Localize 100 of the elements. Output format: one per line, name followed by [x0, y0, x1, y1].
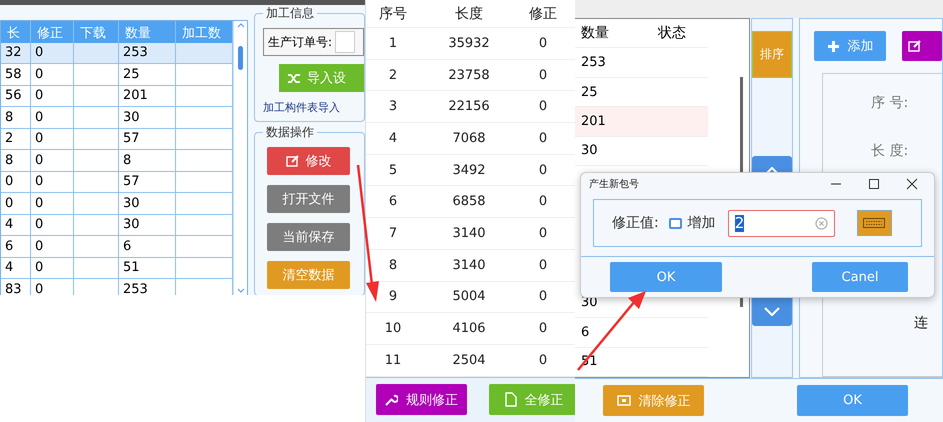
dialog-title: 产生新包号 [589, 178, 640, 191]
table-cell-text: 3492 [451, 162, 487, 178]
table-cell: 0 [1, 193, 31, 214]
keyboard-button[interactable] [856, 210, 892, 236]
table-cell-text: 4 [388, 130, 398, 146]
order-field[interactable]: 生产订单号: [263, 28, 364, 56]
table-cell-text: 1 [388, 36, 398, 51]
table-cell: 8 [1, 107, 31, 128]
field-label: 生产订单号: [268, 34, 332, 50]
table-cell-text: 23758 [447, 68, 491, 83]
table-row[interactable]: 201 [575, 107, 708, 137]
table-cell-text: 7068 [451, 130, 487, 146]
table-cell-text: 2 [388, 68, 398, 83]
shuffle-icon [287, 72, 301, 84]
table-cell: 51 [119, 258, 176, 279]
table-cell: 0 [31, 172, 74, 193]
column-header[interactable]: 状态 [658, 24, 738, 42]
scroll-down-icon[interactable] [236, 288, 244, 293]
checkbox-label: 增加 [688, 214, 716, 232]
table-cell-text: 9 [388, 289, 398, 304]
table-cell: 4 [1, 214, 31, 236]
field-label: 长 度: [871, 142, 910, 160]
table-cell-text: 0 [538, 130, 548, 146]
action-button[interactable]: 当前保存 [267, 223, 350, 251]
move-down-button[interactable] [752, 296, 792, 326]
table-cell: 25 [119, 64, 176, 86]
document-icon [504, 392, 516, 408]
action-button[interactable]: 全修正 [489, 384, 575, 416]
import-hint: 加工构件表导入 [263, 100, 341, 115]
table-cell-text: 0 [538, 352, 548, 368]
clear-correction-button[interactable]: 清除修正 [603, 385, 704, 416]
table-cell-text: 0 [538, 258, 548, 273]
table-cell-text: 2504 [451, 352, 487, 368]
column-header[interactable]: 修正 [31, 21, 74, 45]
action-button[interactable]: 清空数据 [267, 261, 350, 289]
table-cell-text: 0 [538, 289, 548, 304]
action-button[interactable]: 修改 [267, 147, 350, 175]
input-field[interactable]: 2 [728, 210, 835, 236]
column-header[interactable]: 数量 [581, 24, 658, 42]
table-cell-text: 6858 [451, 194, 487, 210]
add-button[interactable]: 添加 [814, 31, 886, 61]
table-cell: 0 [31, 214, 74, 236]
field-label: 连 [914, 314, 929, 332]
wrench-icon [385, 393, 398, 406]
field-label: 序 号: [871, 94, 910, 112]
table-cell: 6 [1, 236, 31, 258]
table-cell-text: 8 [388, 258, 398, 273]
sort-button[interactable]: 排序 [752, 31, 792, 78]
column-header[interactable]: 序号 [366, 4, 420, 22]
table-cell-text: 5 [388, 162, 398, 178]
table-cell: 0 [31, 86, 74, 107]
table-cell-text: 11 [384, 352, 402, 368]
scrollbar-thumb[interactable] [238, 46, 243, 70]
table-cell: 56 [1, 86, 31, 107]
table-cell-text: 5004 [451, 289, 487, 304]
table-cell: 8 [1, 150, 31, 172]
table-cell: 30 [119, 193, 176, 214]
table-cell: 6 [119, 236, 176, 258]
table-cell-text: 0 [538, 162, 548, 178]
table-cell-text: 0 [538, 36, 548, 51]
table-cell: 201 [119, 86, 176, 107]
table-cell: 4 [1, 258, 31, 279]
table-cell-text: 0 [538, 68, 548, 83]
column-header[interactable]: 加工数 [176, 21, 233, 45]
column-header[interactable]: 数量 [119, 21, 176, 45]
table-cell-text: 22156 [447, 99, 491, 114]
table-cell: 30 [119, 214, 176, 236]
edit-button[interactable] [902, 31, 942, 61]
group-title: 加工信息 [263, 5, 317, 22]
maximize-icon[interactable] [868, 178, 880, 190]
table-cell-text: 0 [538, 99, 548, 114]
table-cell: 57 [119, 172, 176, 193]
action-button[interactable]: 规则修正 [376, 384, 467, 416]
table-cell-text: 0 [538, 194, 548, 210]
clear-icon[interactable] [814, 216, 828, 230]
ok-button[interactable]: OK [610, 262, 722, 292]
cancel-button[interactable]: Canel [812, 262, 908, 292]
ok-button[interactable]: OK [797, 385, 908, 416]
table-cell-text: 3140 [451, 258, 487, 273]
table-cell: 0 [31, 258, 74, 279]
scroll-up-icon[interactable] [236, 23, 244, 28]
table-cell: 57 [119, 128, 176, 150]
clear-icon [616, 395, 630, 406]
column-header[interactable]: 长 [1, 21, 31, 45]
import-button[interactable]: 导入设 [279, 64, 364, 92]
close-icon[interactable] [906, 178, 918, 190]
column-header[interactable]: 修正 [518, 4, 568, 22]
table-cell: 58 [1, 64, 31, 86]
checkbox[interactable] [668, 218, 682, 228]
table-cell-text: 7 [388, 226, 398, 241]
table-cell-text: 35932 [447, 36, 491, 51]
table-cell-text: 6 [388, 194, 398, 210]
action-button[interactable]: 打开文件 [267, 185, 350, 213]
column-header[interactable]: 下载 [74, 21, 119, 45]
table-cell: 0 [31, 64, 74, 86]
edit-icon [908, 40, 922, 52]
table-cell: 32 [1, 42, 31, 64]
column-header[interactable]: 长度 [420, 4, 518, 22]
table-cell: 0 [31, 128, 74, 150]
edit-icon [286, 155, 300, 167]
